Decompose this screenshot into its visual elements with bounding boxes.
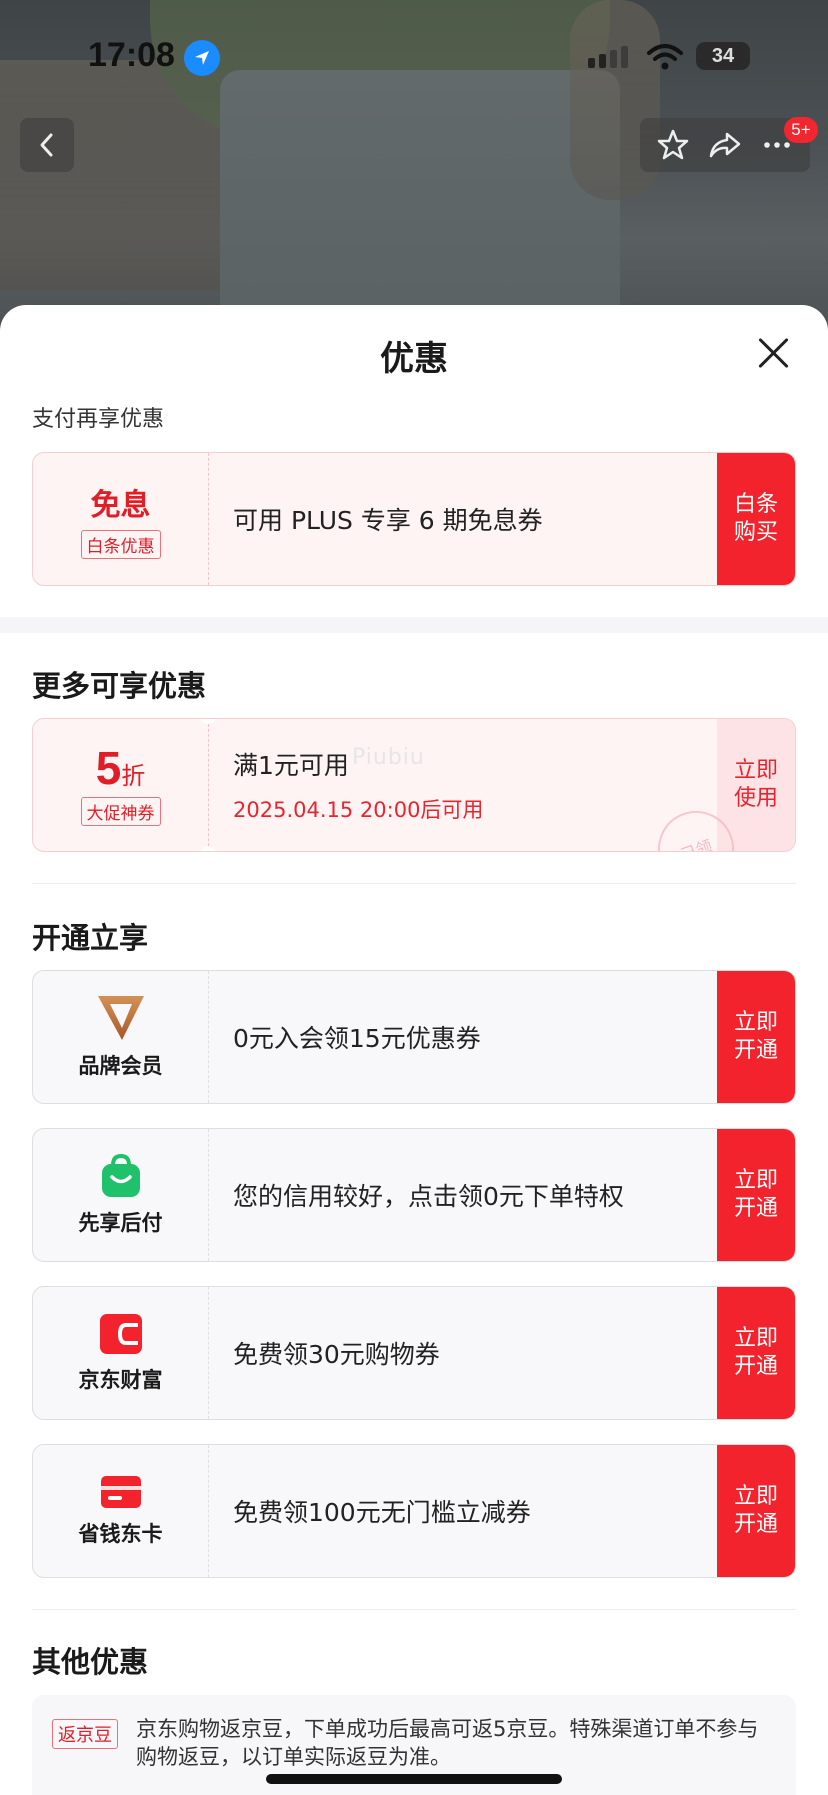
card-label: 先享后付 [78, 1211, 163, 1235]
card-label: 品牌会员 [78, 1054, 163, 1078]
baitiao-buy-button[interactable]: 白条购买 [717, 453, 795, 585]
back-button[interactable] [20, 118, 74, 172]
brand-member-card[interactable]: 品牌会员 0元入会领15元优惠券 立即开通 [32, 970, 796, 1104]
discount-number: 5 [95, 741, 122, 794]
pay-section-heading: 支付再享优惠 [32, 407, 165, 432]
coupon-left: 免息 白条优惠 [33, 453, 209, 585]
card-body: 免费领100元无门槛立减券 [209, 1445, 717, 1577]
coupon-text: 可用 PLUS 专享 6 期免息券 [233, 506, 543, 535]
card-left: 先享后付 [33, 1129, 209, 1261]
open-now-label: 立即开通 [733, 1484, 778, 1537]
open-now-button[interactable]: 立即开通 [717, 1287, 795, 1419]
card-label: 省钱东卡 [78, 1522, 163, 1546]
card-text: 您的信用较好，点击领0元下单特权 [233, 1182, 624, 1211]
chevron-left-icon [40, 133, 53, 157]
wifi-icon [646, 42, 684, 76]
coupon-tag: 大促神券 [80, 796, 161, 826]
status-bar: 17:08 34 [0, 0, 828, 110]
share-icon[interactable] [707, 128, 743, 162]
shopping-bag-icon [101, 1153, 140, 1197]
card-left: 京东财富 [33, 1287, 209, 1419]
discount-value: 5折 [96, 745, 146, 791]
card-body: 免费领30元购物券 [209, 1287, 717, 1419]
close-icon[interactable] [756, 335, 792, 371]
divider-line [32, 1609, 796, 1610]
coupon-left: 5折 大促神券 [33, 719, 215, 851]
card-text: 0元入会领15元优惠券 [233, 1024, 481, 1053]
card-text: 免费领100元无门槛立减券 [233, 1498, 531, 1527]
wallet-icon [99, 1314, 142, 1354]
save-money-card[interactable]: 省钱东卡 免费领100元无门槛立减券 立即开通 [32, 1444, 796, 1578]
home-indicator [266, 1774, 562, 1784]
coupon-valid-time: 2025.04.15 20:00后可用 [233, 798, 484, 822]
jingdou-rebate-text: 京东购物返京豆，下单成功后最高可返5京豆。特殊渠道订单不参与购物返豆，以订单实际… [136, 1717, 759, 1769]
interest-free-coupon-card[interactable]: 免息 白条优惠 可用 PLUS 专享 6 期免息券 白条购买 [32, 452, 796, 586]
open-now-button[interactable]: 立即开通 [717, 1129, 795, 1261]
watermark-text: Piubiu [352, 745, 425, 770]
pay-later-card[interactable]: 先享后付 您的信用较好，点击领0元下单特权 立即开通 [32, 1128, 796, 1262]
jingdou-tag: 返京豆 [52, 1719, 118, 1749]
section-divider [0, 617, 828, 633]
discount-coupon-card[interactable]: 5折 大促神券 满1元可用 2025.04.15 20:00后可用 已领 立即使… [32, 718, 796, 852]
baitiao-buy-label: 白条购买 [733, 492, 778, 545]
open-now-label: 立即开通 [733, 1168, 778, 1221]
open-now-button[interactable]: 立即开通 [717, 1445, 795, 1577]
jd-wealth-card[interactable]: 京东财富 免费领30元购物券 立即开通 [32, 1286, 796, 1420]
ticket-notch [201, 846, 215, 851]
other-section-heading: 其他优惠 [32, 1645, 149, 1679]
status-time: 17:08 [88, 36, 175, 74]
card-icon [100, 1476, 141, 1508]
coupon-tag: 白条优惠 [80, 529, 161, 559]
coupon-body: 可用 PLUS 专享 6 期免息券 [209, 453, 717, 585]
card-left: 省钱东卡 [33, 1445, 209, 1577]
brand-v-icon [97, 996, 144, 1040]
card-body: 0元入会领15元优惠券 [209, 971, 717, 1103]
open-now-label: 立即开通 [733, 1326, 778, 1379]
card-text: 免费领30元购物券 [233, 1340, 440, 1369]
battery-indicator: 34 [696, 42, 750, 70]
card-body: 您的信用较好，点击领0元下单特权 [209, 1129, 717, 1261]
cellular-signal-icon [588, 46, 628, 68]
divider-line [32, 883, 796, 884]
sheet-title: 优惠 [380, 339, 448, 379]
star-icon[interactable] [656, 128, 690, 162]
more-section-heading: 更多可享优惠 [32, 669, 207, 703]
open-now-button[interactable]: 立即开通 [717, 971, 795, 1103]
offers-sheet: 优惠 支付再享优惠 免息 白条优惠 可用 PLUS 专享 6 期免息券 白条购买… [0, 305, 828, 1795]
coupon-big-text: 免息 [90, 487, 151, 523]
open-section-heading: 开通立享 [32, 921, 149, 955]
use-now-label: 立即使用 [733, 758, 778, 811]
coupon-body: 满1元可用 2025.04.15 20:00后可用 [209, 719, 717, 851]
location-arrow-icon [184, 40, 220, 76]
discount-unit: 折 [121, 761, 146, 790]
card-label: 京东财富 [78, 1368, 163, 1392]
notification-badge: 5+ [784, 117, 818, 143]
card-left: 品牌会员 [33, 971, 209, 1103]
coupon-condition: 满1元可用 [233, 751, 349, 780]
open-now-label: 立即开通 [733, 1010, 778, 1063]
